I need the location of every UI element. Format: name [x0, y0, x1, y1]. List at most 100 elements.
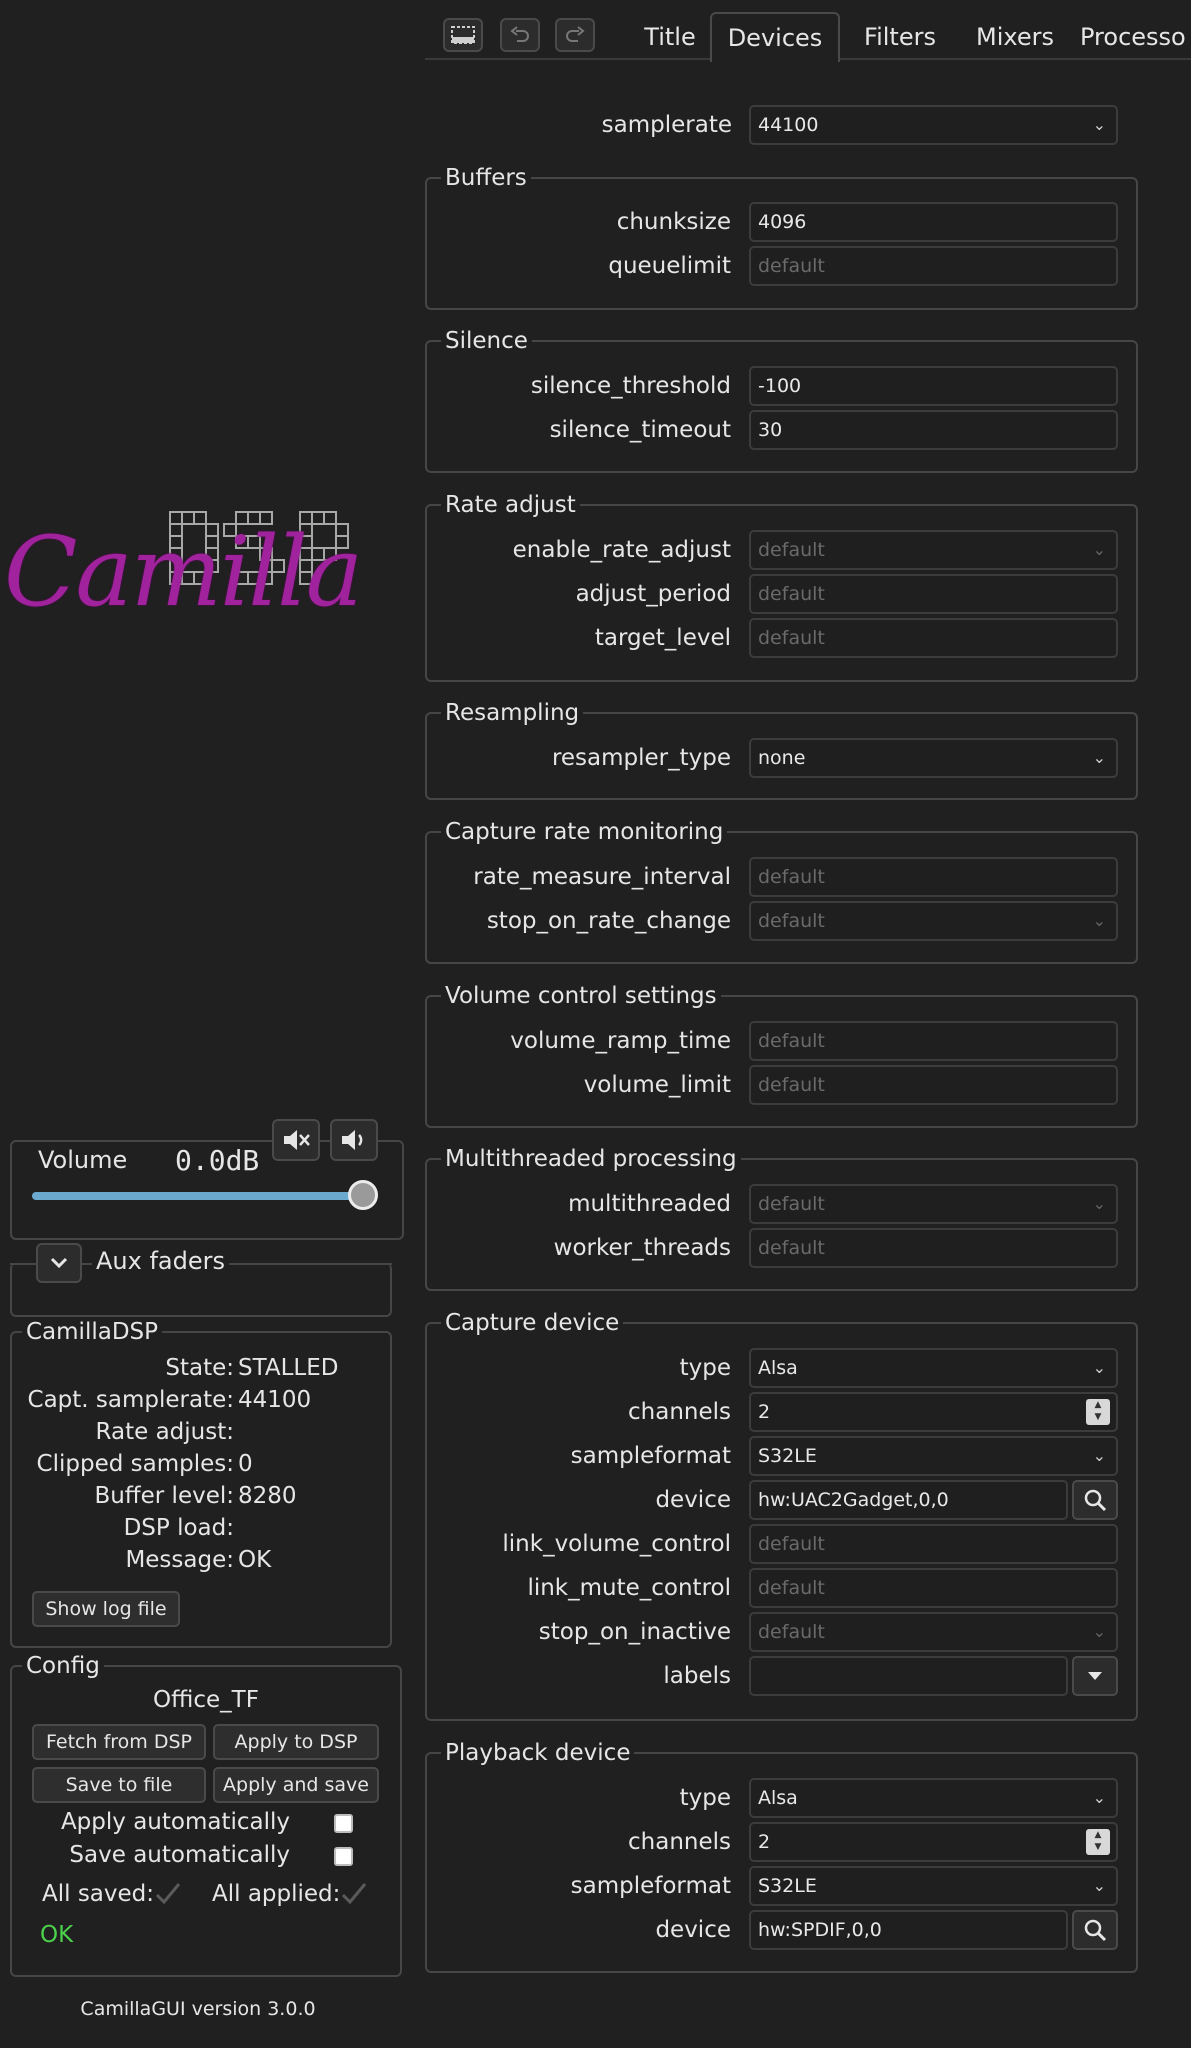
speaker-icon: [342, 1130, 363, 1150]
camilladsp-logo: Camilla: [0, 500, 400, 640]
show-log-button[interactable]: Show log file: [32, 1591, 180, 1627]
undo-button[interactable]: [500, 18, 540, 52]
enable-rate-adjust-row: enable_rate_adjust default ⌄: [427, 530, 1136, 570]
mute-button[interactable]: [272, 1119, 320, 1161]
rate-adjust-label: Rate adjust:: [95, 1419, 234, 1445]
camilla-script-text: Camilla: [4, 516, 363, 628]
state-label: State:: [165, 1355, 234, 1381]
apply-to-dsp-button[interactable]: Apply to DSP: [213, 1724, 379, 1760]
samplerate-select[interactable]: 44100 ⌄: [749, 105, 1118, 145]
save-to-file-button[interactable]: Save to file: [32, 1767, 206, 1803]
capture-channels-row: channels 2 ▲ ▼: [427, 1392, 1136, 1432]
labels-input[interactable]: [749, 1656, 1068, 1696]
multithread-title: Multithreaded processing: [441, 1144, 741, 1174]
select-area-icon: [451, 26, 475, 44]
capture-channels-input[interactable]: 2 ▲ ▼: [749, 1392, 1118, 1432]
playback-format-select[interactable]: S32LE ⌄: [749, 1866, 1118, 1906]
volume-limit-row: volume_limit default: [427, 1065, 1136, 1105]
silence-threshold-row: silence_threshold -100: [427, 366, 1136, 406]
silence-threshold-label: silence_threshold: [530, 373, 731, 399]
target-level-input[interactable]: default: [749, 618, 1118, 658]
silence-title: Silence: [441, 326, 532, 356]
fetch-from-dsp-button[interactable]: Fetch from DSP: [32, 1724, 206, 1760]
tab-mixers[interactable]: Mixers: [960, 14, 1070, 60]
multithreaded-row: multithreaded default ⌄: [427, 1184, 1136, 1224]
playback-format-label: sampleformat: [570, 1873, 731, 1899]
link-mute-input[interactable]: default: [749, 1568, 1118, 1608]
all-applied-label: All applied:: [212, 1881, 341, 1907]
chevron-down-icon: ⌄: [1092, 540, 1106, 559]
worker-threads-label: worker_threads: [553, 1235, 731, 1261]
queuelimit-input[interactable]: default: [749, 246, 1118, 286]
chevron-down-icon: ⌄: [1092, 1358, 1106, 1377]
save-automatically-checkbox[interactable]: [334, 1847, 353, 1866]
volume-settings-title: Volume control settings: [441, 981, 721, 1011]
aux-expand-button[interactable]: [36, 1243, 82, 1283]
volume-ramp-label: volume_ramp_time: [510, 1028, 731, 1054]
volume-slider-fill: [32, 1192, 363, 1200]
capture-type-select[interactable]: Alsa ⌄: [749, 1348, 1118, 1388]
chunksize-input[interactable]: 4096: [749, 202, 1118, 242]
tab-filters[interactable]: Filters: [845, 14, 955, 60]
worker-threads-input[interactable]: default: [749, 1228, 1118, 1268]
chevron-down-icon: ⌄: [1092, 1446, 1106, 1465]
link-volume-input[interactable]: default: [749, 1524, 1118, 1564]
all-saved-label: All saved:: [42, 1881, 155, 1907]
stop-on-inactive-label: stop_on_inactive: [538, 1619, 731, 1645]
apply-and-save-button[interactable]: Apply and save: [213, 1767, 379, 1803]
saved-check-icon: [155, 1883, 181, 1905]
chevron-down-icon: ⌄: [1092, 115, 1106, 134]
tab-devices[interactable]: Devices: [710, 12, 840, 62]
playback-device-input[interactable]: hw:SPDIF,0,0: [749, 1910, 1068, 1950]
adjust-period-input[interactable]: default: [749, 574, 1118, 614]
aux-faders-title: Aux faders: [92, 1247, 229, 1275]
rate-adjust-title: Rate adjust: [441, 490, 580, 520]
unmute-button[interactable]: [330, 1119, 378, 1161]
volume-panel: Volume 0.0dB: [10, 1119, 404, 1240]
chunksize-row: chunksize 4096: [427, 202, 1136, 242]
rate-measure-interval-input[interactable]: default: [749, 857, 1118, 897]
chevron-down-icon: ⌄: [1092, 911, 1106, 930]
capture-device-search-button[interactable]: [1072, 1480, 1118, 1520]
playback-channels-input[interactable]: 2 ▲ ▼: [749, 1822, 1118, 1862]
rate-adjust-group: Rate adjust enable_rate_adjust default ⌄ …: [425, 490, 1138, 682]
capture-device-input[interactable]: hw:UAC2Gadget,0,0: [749, 1480, 1068, 1520]
spinner-icon[interactable]: ▲ ▼: [1086, 1399, 1110, 1425]
search-icon: [1084, 1919, 1107, 1942]
playback-channels-row: channels 2 ▲ ▼: [427, 1822, 1136, 1862]
resampler-type-select[interactable]: none ⌄: [749, 738, 1118, 778]
tab-title[interactable]: Title: [620, 14, 720, 60]
volume-ramp-input[interactable]: default: [749, 1021, 1118, 1061]
volume-slider-thumb[interactable]: [348, 1180, 378, 1210]
adjust-period-row: adjust_period default: [427, 574, 1136, 614]
spinner-icon[interactable]: ▲ ▼: [1086, 1829, 1110, 1855]
stop-on-inactive-select[interactable]: default ⌄: [749, 1612, 1118, 1652]
playback-device-search-button[interactable]: [1072, 1910, 1118, 1950]
labels-label: labels: [663, 1663, 731, 1689]
stop-on-rate-change-select[interactable]: default ⌄: [749, 901, 1118, 941]
playback-type-select[interactable]: Alsa ⌄: [749, 1778, 1118, 1818]
silence-timeout-input[interactable]: 30: [749, 410, 1118, 450]
labels-dropdown-button[interactable]: [1072, 1656, 1118, 1696]
apply-automatically-checkbox[interactable]: [334, 1814, 353, 1833]
resampler-type-row: resampler_type none ⌄: [427, 738, 1136, 778]
playback-type-row: type Alsa ⌄: [427, 1778, 1136, 1818]
silence-threshold-input[interactable]: -100: [749, 366, 1118, 406]
enable-rate-adjust-select[interactable]: default ⌄: [749, 530, 1118, 570]
status-title: CamillaDSP: [22, 1317, 163, 1347]
select-area-button[interactable]: [443, 18, 483, 52]
capture-format-row: sampleformat S32LE ⌄: [427, 1436, 1136, 1476]
chunksize-label: chunksize: [616, 209, 731, 235]
redo-button[interactable]: [555, 18, 595, 52]
multithreaded-select[interactable]: default ⌄: [749, 1184, 1118, 1224]
tab-bar: Title Devices Filters Mixers Processo: [425, 0, 1191, 62]
save-automatically-label: Save automatically: [69, 1842, 290, 1868]
volume-slider-track[interactable]: [32, 1180, 378, 1210]
capture-format-select[interactable]: S32LE ⌄: [749, 1436, 1118, 1476]
config-panel: Config Office_TF Fetch from DSP Apply to…: [10, 1651, 402, 1977]
worker-threads-row: worker_threads default: [427, 1228, 1136, 1268]
tab-processors[interactable]: Processo: [1080, 14, 1191, 60]
capture-type-row: type Alsa ⌄: [427, 1348, 1136, 1388]
link-mute-label: link_mute_control: [527, 1575, 731, 1601]
volume-limit-input[interactable]: default: [749, 1065, 1118, 1105]
